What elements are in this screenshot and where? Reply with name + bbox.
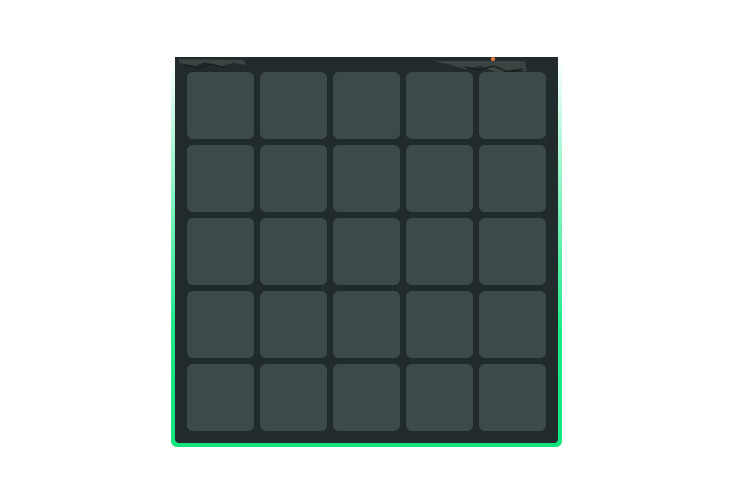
tile-r1-c4[interactable]	[406, 72, 473, 139]
tile-r4-c2[interactable]	[260, 291, 327, 358]
tile-r4-c3[interactable]	[333, 291, 400, 358]
tile-r4-c1[interactable]	[187, 291, 254, 358]
tile-r5-c2[interactable]	[260, 364, 327, 431]
tile-grid	[187, 72, 546, 431]
tile-r2-c2[interactable]	[260, 145, 327, 212]
tile-r2-c4[interactable]	[406, 145, 473, 212]
tile-r4-c5[interactable]	[479, 291, 546, 358]
tile-r3-c2[interactable]	[260, 218, 327, 285]
tile-r5-c4[interactable]	[406, 364, 473, 431]
tile-r5-c5[interactable]	[479, 364, 546, 431]
tile-r2-c5[interactable]	[479, 145, 546, 212]
game-stage	[0, 0, 734, 500]
tile-r5-c1[interactable]	[187, 364, 254, 431]
tile-r1-c1[interactable]	[187, 72, 254, 139]
tile-r2-c1[interactable]	[187, 145, 254, 212]
tile-r1-c5[interactable]	[479, 72, 546, 139]
tile-r4-c4[interactable]	[406, 291, 473, 358]
tile-r3-c4[interactable]	[406, 218, 473, 285]
tile-r3-c5[interactable]	[479, 218, 546, 285]
tile-r3-c1[interactable]	[187, 218, 254, 285]
tile-r3-c3[interactable]	[333, 218, 400, 285]
tile-r2-c3[interactable]	[333, 145, 400, 212]
tile-r1-c2[interactable]	[260, 72, 327, 139]
tile-r1-c3[interactable]	[333, 72, 400, 139]
game-board	[175, 57, 558, 443]
tile-r5-c3[interactable]	[333, 364, 400, 431]
